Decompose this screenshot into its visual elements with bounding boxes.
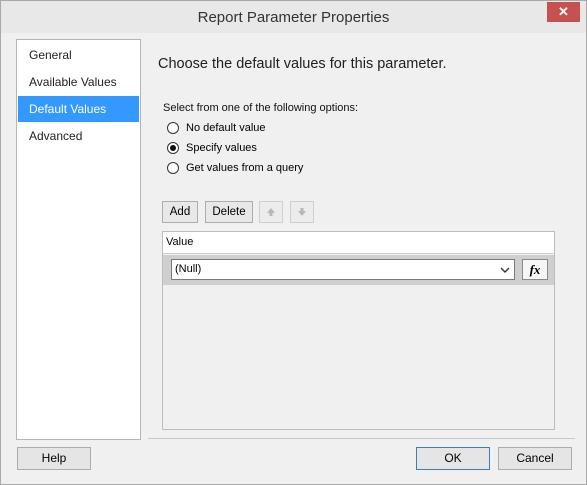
radio-label: Specify values bbox=[186, 142, 257, 154]
sidebar-item-general[interactable]: General bbox=[18, 42, 139, 68]
radio-label: Get values from a query bbox=[186, 162, 304, 174]
add-button[interactable]: Add bbox=[162, 201, 198, 223]
expression-button[interactable]: fx bbox=[522, 259, 548, 280]
arrow-down-icon bbox=[298, 208, 306, 216]
arrow-up-icon bbox=[267, 208, 275, 216]
value-combobox[interactable]: (Null) bbox=[171, 259, 515, 280]
radio-button[interactable] bbox=[167, 162, 179, 174]
dialog-window: Report Parameter Properties ✕ General Av… bbox=[0, 0, 587, 485]
options-label: Select from one of the following options… bbox=[163, 102, 359, 114]
radio-selected-dot bbox=[170, 145, 176, 151]
radio-label: No default value bbox=[186, 122, 266, 134]
help-button[interactable]: Help bbox=[17, 447, 91, 470]
column-header-value: Value bbox=[166, 236, 194, 248]
values-grid: Value (Null) fx bbox=[162, 231, 555, 430]
cancel-button[interactable]: Cancel bbox=[498, 447, 572, 470]
sidebar-item-default-values[interactable]: Default Values bbox=[18, 96, 139, 122]
footer-divider bbox=[148, 438, 575, 439]
window-title: Report Parameter Properties bbox=[197, 9, 390, 26]
value-combobox-text: (Null) bbox=[175, 263, 202, 275]
grid-header: Value bbox=[163, 232, 554, 254]
move-up-button[interactable] bbox=[259, 201, 283, 223]
radio-button[interactable] bbox=[167, 142, 179, 154]
table-row[interactable]: (Null) fx bbox=[163, 255, 554, 285]
delete-button[interactable]: Delete bbox=[205, 201, 253, 223]
radio-button[interactable] bbox=[167, 122, 179, 134]
page-heading: Choose the default values for this param… bbox=[158, 56, 447, 72]
move-down-button[interactable] bbox=[290, 201, 314, 223]
ok-button[interactable]: OK bbox=[416, 447, 490, 470]
sidebar: General Available Values Default Values … bbox=[16, 39, 141, 440]
sidebar-item-available-values[interactable]: Available Values bbox=[18, 69, 139, 95]
close-button[interactable]: ✕ bbox=[547, 2, 580, 22]
chevron-down-icon[interactable] bbox=[498, 263, 512, 277]
sidebar-item-advanced[interactable]: Advanced bbox=[18, 123, 139, 149]
title-bar: Report Parameter Properties ✕ bbox=[1, 1, 586, 33]
